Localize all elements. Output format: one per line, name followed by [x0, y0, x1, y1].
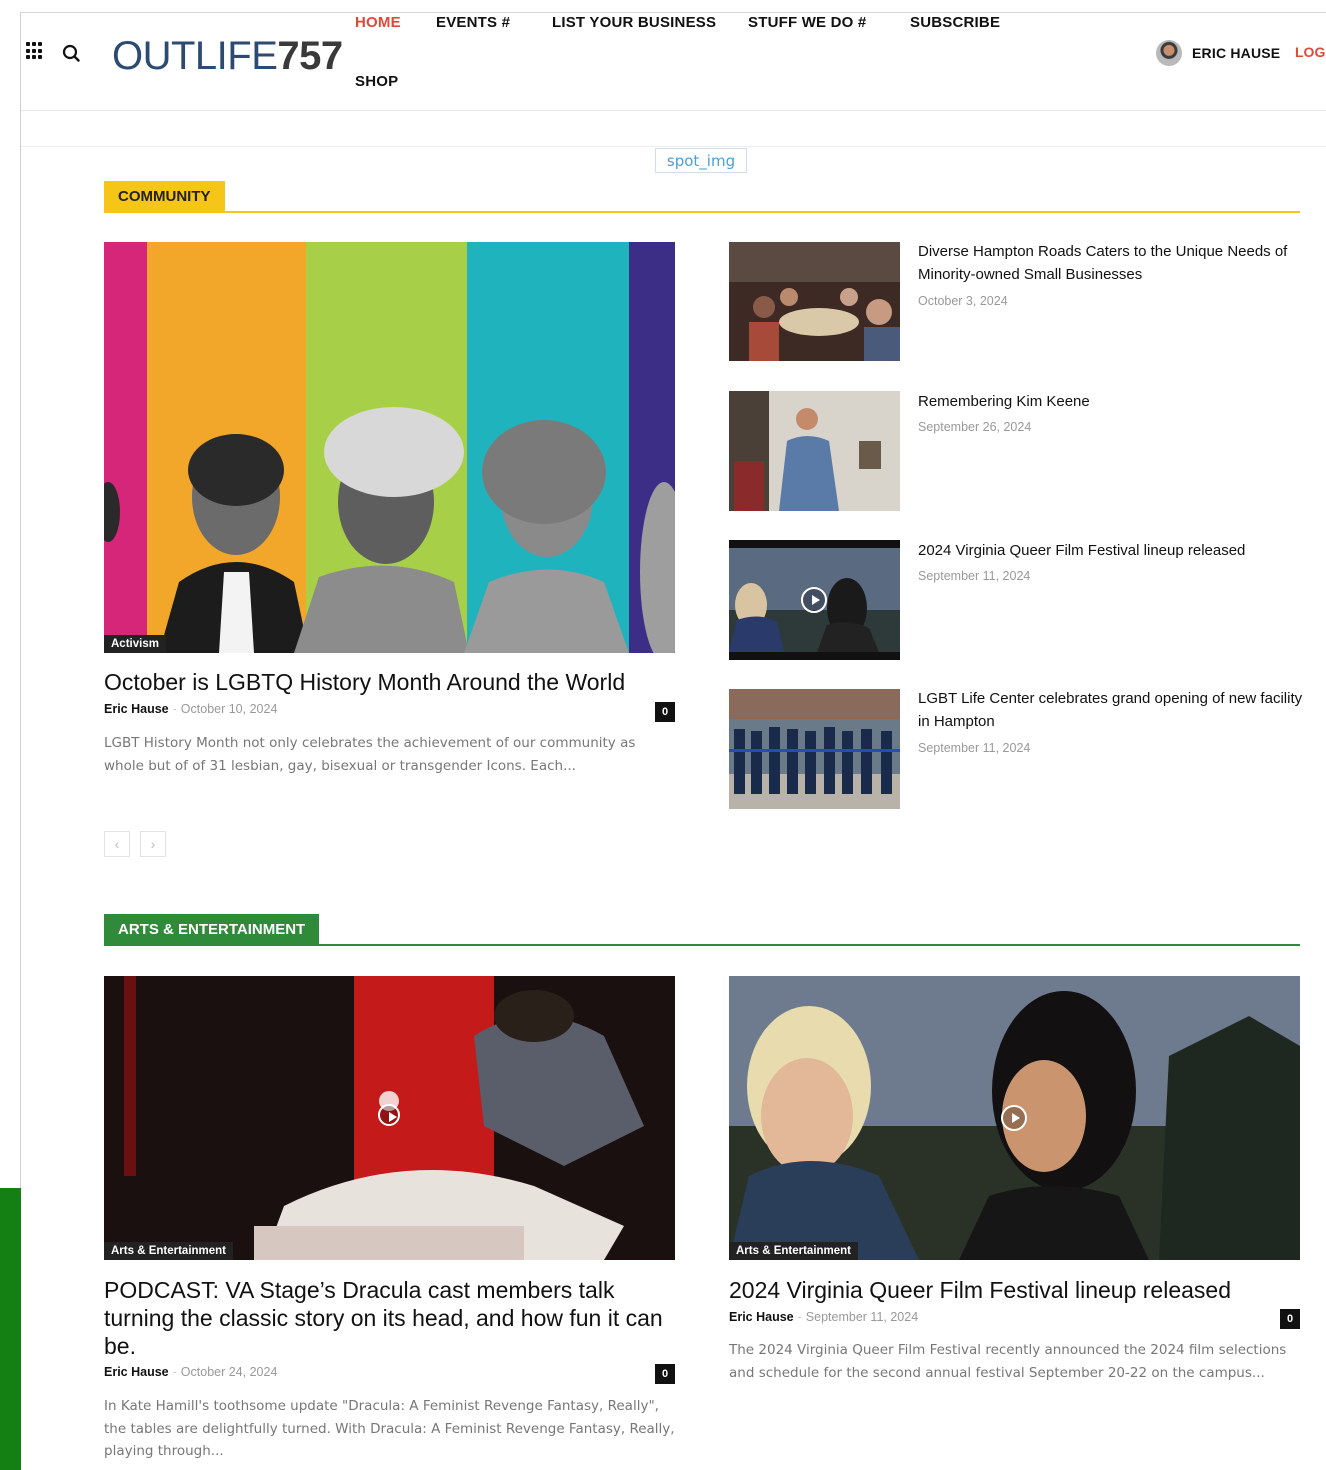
comment-count[interactable]: 0 [655, 702, 675, 722]
side-post-thumb[interactable] [729, 689, 900, 809]
side-post-thumb-art [729, 242, 900, 361]
post-date: September 11, 2024 [805, 1310, 919, 1324]
section-line-community [104, 211, 1300, 213]
side-post-thumb[interactable] [729, 391, 900, 511]
side-post-thumb[interactable] [729, 540, 900, 660]
arts-post-image[interactable]: Arts & Entertainment [104, 976, 675, 1260]
featured-post-excerpt: LGBT History Month not only celebrates t… [104, 735, 636, 774]
nav-shop[interactable]: SHOP [355, 73, 398, 90]
arts-post-excerpt: In Kate Hamill's toothsome update "Dracu… [104, 1398, 675, 1459]
logo-text-main: OUTLIFE [112, 34, 278, 78]
ad-bar-divider [21, 146, 1326, 147]
user-menu[interactable]: ERIC HAUSE [1156, 40, 1280, 66]
side-post-date: September 11, 2024 [918, 569, 1031, 583]
side-post-title[interactable]: Remembering Kim Keene [918, 391, 1303, 414]
arts-post-image[interactable]: Arts & Entertainment [729, 976, 1300, 1260]
side-post-date: September 11, 2024 [918, 741, 1031, 755]
section-tag-community[interactable]: COMMUNITY [104, 181, 225, 213]
play-icon[interactable] [378, 1104, 400, 1126]
logo-text-number: 757 [277, 34, 343, 78]
side-green-strip [0, 1188, 21, 1470]
featured-post-title[interactable]: October is LGBTQ History Month Around th… [104, 668, 675, 696]
arts-post-title[interactable]: PODCAST: VA Stage’s Dracula cast members… [104, 1276, 664, 1360]
side-post-title[interactable]: Diverse Hampton Roads Caters to the Uniq… [918, 241, 1303, 286]
side-post-thumb[interactable] [729, 242, 900, 361]
side-post-title[interactable]: 2024 Virginia Queer Film Festival lineup… [918, 540, 1303, 563]
comment-count[interactable]: 0 [655, 1364, 675, 1384]
avatar [1156, 40, 1182, 66]
arts-post-excerpt: The 2024 Virginia Queer Film Festival re… [729, 1342, 1287, 1381]
post-author[interactable]: Eric Hause [104, 702, 169, 716]
side-post-thumb-art [729, 391, 900, 511]
post-author[interactable]: Eric Hause [104, 1365, 169, 1379]
apps-grid-icon[interactable] [26, 42, 44, 60]
nav-home[interactable]: HOME [355, 14, 401, 31]
header-divider [21, 110, 1326, 111]
prev-page-button[interactable]: ‹ [104, 831, 130, 857]
arts-post-title[interactable]: 2024 Virginia Queer Film Festival lineup… [729, 1276, 1300, 1304]
site-logo[interactable]: OUTLIFE757 [112, 34, 343, 78]
side-post-date: September 26, 2024 [918, 420, 1032, 434]
category-badge[interactable]: Arts & Entertainment [729, 1242, 859, 1260]
side-post-title[interactable]: LGBT Life Center celebrates grand openin… [918, 688, 1303, 733]
post-date: October 24, 2024 [180, 1365, 278, 1379]
ad-placeholder: spot_img [655, 148, 747, 173]
play-icon[interactable] [1001, 1105, 1027, 1131]
featured-image[interactable]: Activism [104, 242, 675, 653]
play-icon[interactable] [801, 587, 827, 613]
nav-stuff-we-do[interactable]: STUFF WE DO # [748, 14, 866, 31]
side-post-date: October 3, 2024 [918, 294, 1008, 308]
user-name: ERIC HAUSE [1192, 45, 1281, 61]
logout-link[interactable]: LOGO [1295, 44, 1326, 60]
featured-post-meta: Eric Hause - October 10, 2024 [104, 702, 278, 716]
side-post-thumb-art [729, 689, 900, 809]
featured-image-art [104, 242, 675, 653]
post-date: October 10, 2024 [180, 702, 278, 716]
comment-count[interactable]: 0 [1280, 1309, 1300, 1329]
post-author[interactable]: Eric Hause [729, 1310, 794, 1324]
section-tag-arts-entertainment[interactable]: ARTS & ENTERTAINMENT [104, 914, 320, 946]
category-badge[interactable]: Activism [104, 635, 166, 653]
section-line-arts [104, 944, 1300, 946]
next-page-button[interactable]: › [140, 831, 166, 857]
search-icon[interactable] [62, 44, 80, 62]
nav-events[interactable]: EVENTS # [436, 14, 510, 31]
arts-post-meta: Eric Hause - October 24, 2024 [104, 1365, 278, 1379]
category-badge[interactable]: Arts & Entertainment [104, 1242, 234, 1260]
arts-post-meta: Eric Hause - September 11, 2024 [729, 1310, 919, 1324]
nav-subscribe[interactable]: SUBSCRIBE [910, 14, 1000, 31]
nav-list-your-business[interactable]: LIST YOUR BUSINESS [552, 14, 716, 31]
header-top-border [21, 12, 1326, 13]
